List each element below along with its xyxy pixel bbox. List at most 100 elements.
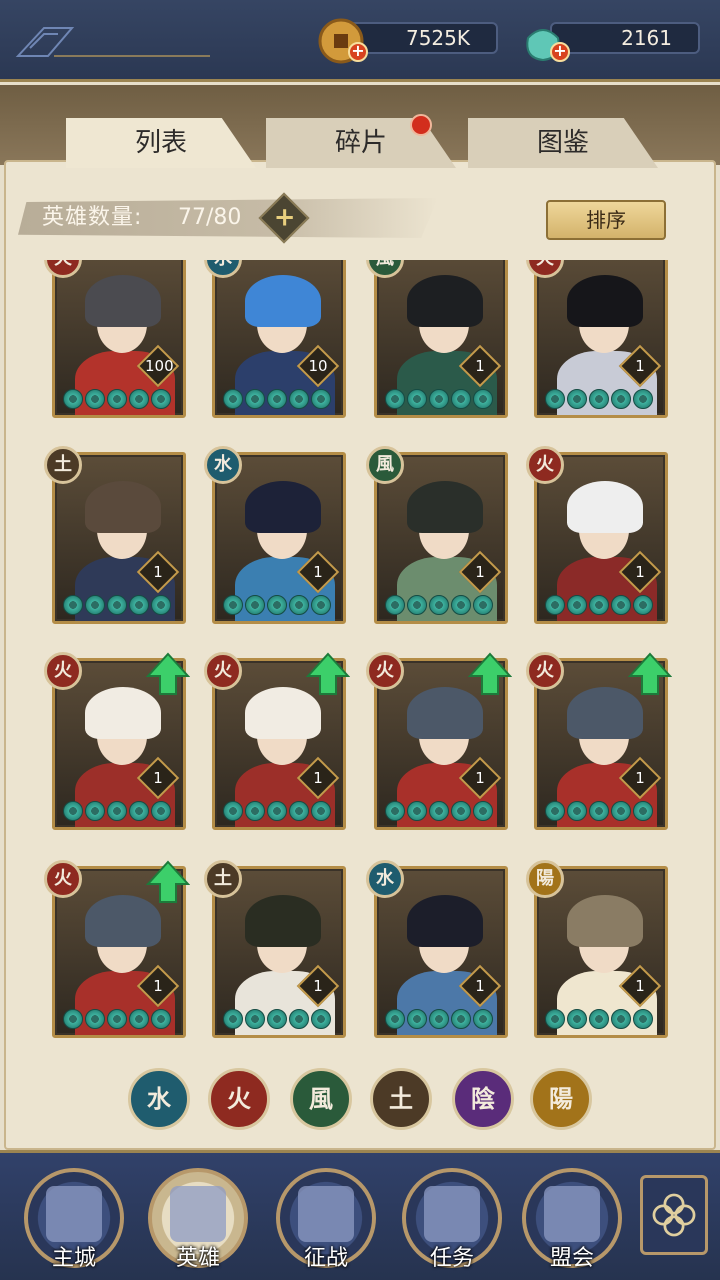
tab-collection[interactable]: 图鉴: [468, 118, 658, 168]
hero-stars: [223, 595, 331, 615]
nav-label: 征战: [303, 1246, 348, 1271]
star-gem-icon: [289, 389, 309, 409]
element-filter-button[interactable]: 水: [128, 1068, 190, 1130]
hero-level: 1: [475, 977, 485, 995]
hero-level: 1: [313, 977, 323, 995]
sort-button[interactable]: 排序: [546, 200, 666, 240]
hero-element-badge: 火: [526, 652, 564, 690]
star-gem-icon: [473, 801, 493, 821]
star-gem-icon: [545, 595, 565, 615]
hero-grid: 100火10水1風1火1土1水1風1火1火1火1火1火1火1土1水1陽: [0, 260, 720, 1040]
hero-portrait-icon: [170, 1186, 226, 1242]
star-gem-icon: [385, 389, 405, 409]
star-gem-icon: [385, 801, 405, 821]
star-gem-icon: [407, 595, 427, 615]
star-gem-icon: [611, 1009, 631, 1029]
back-ornament-icon[interactable]: [14, 22, 214, 62]
nav-label: 主城: [51, 1246, 96, 1271]
element-filter-bar: 水火風土陰陽: [0, 1068, 720, 1130]
star-gem-icon: [63, 595, 83, 615]
hero-stars: [385, 389, 493, 409]
hero-stars: [545, 1009, 653, 1029]
add-copper-button[interactable]: +: [348, 42, 368, 62]
hero-element-badge: 陽: [526, 860, 564, 898]
hero-stars: [63, 1009, 171, 1029]
star-gem-icon: [429, 801, 449, 821]
hero-element-badge: 水: [366, 860, 404, 898]
hero-stars: [385, 595, 493, 615]
hero-count-value: 77/80: [178, 205, 242, 230]
star-gem-icon: [63, 801, 83, 821]
star-gem-icon: [545, 801, 565, 821]
star-gem-icon: [289, 1009, 309, 1029]
upgrade-arrow-icon: [306, 652, 350, 695]
hero-element-badge: 火: [204, 652, 242, 690]
star-gem-icon: [611, 801, 631, 821]
jade-amount: 2161: [550, 22, 700, 54]
star-gem-icon: [267, 801, 287, 821]
alliance-pavilion-icon: [544, 1186, 600, 1242]
star-gem-icon: [429, 389, 449, 409]
tab-list[interactable]: 列表: [66, 118, 256, 168]
upgrade-arrow-icon: [468, 652, 512, 695]
element-filter-button[interactable]: 土: [370, 1068, 432, 1130]
star-gem-icon: [245, 1009, 265, 1029]
star-gem-icon: [311, 1009, 331, 1029]
hero-stars: [385, 1009, 493, 1029]
star-gem-icon: [267, 595, 287, 615]
star-gem-icon: [589, 389, 609, 409]
upgrade-arrow-icon: [146, 860, 190, 903]
star-gem-icon: [385, 595, 405, 615]
star-gem-icon: [633, 801, 653, 821]
element-filter-button[interactable]: 陰: [452, 1068, 514, 1130]
star-gem-icon: [85, 389, 105, 409]
star-gem-icon: [311, 801, 331, 821]
element-filter-button[interactable]: 火: [208, 1068, 270, 1130]
hero-element-badge: 風: [366, 446, 404, 484]
hero-card[interactable]: 1: [534, 260, 668, 418]
star-gem-icon: [611, 389, 631, 409]
star-gem-icon: [129, 1009, 149, 1029]
hero-element-badge: 火: [526, 446, 564, 484]
star-gem-icon: [107, 1009, 127, 1029]
hero-card[interactable]: 1: [374, 260, 508, 418]
star-gem-icon: [63, 1009, 83, 1029]
notification-dot: [410, 114, 432, 136]
star-gem-icon: [567, 1009, 587, 1029]
star-gem-icon: [451, 389, 471, 409]
star-gem-icon: [567, 389, 587, 409]
hero-card[interactable]: 10: [212, 260, 346, 418]
star-gem-icon: [473, 1009, 493, 1029]
element-filter-button[interactable]: 風: [290, 1068, 352, 1130]
element-filter-button[interactable]: 陽: [530, 1068, 592, 1130]
star-gem-icon: [407, 1009, 427, 1029]
hero-level: 1: [635, 563, 645, 581]
hero-level: 10: [308, 357, 328, 375]
top-bar: 7525K + 2161 +: [0, 0, 720, 82]
add-jade-button[interactable]: +: [550, 42, 570, 62]
hero-level: 1: [313, 563, 323, 581]
nav-label: 英雄: [175, 1246, 220, 1271]
star-gem-icon: [311, 389, 331, 409]
nav-label: 盟会: [549, 1246, 594, 1271]
star-gem-icon: [289, 801, 309, 821]
hero-card[interactable]: 100: [52, 260, 186, 418]
star-gem-icon: [633, 389, 653, 409]
hero-level: 1: [153, 769, 163, 787]
star-gem-icon: [85, 595, 105, 615]
hero-level: 1: [153, 563, 163, 581]
hero-level: 1: [635, 769, 645, 787]
star-gem-icon: [385, 1009, 405, 1029]
upgrade-arrow-icon: [628, 652, 672, 695]
star-gem-icon: [567, 801, 587, 821]
hero-stars: [63, 389, 171, 409]
star-gem-icon: [245, 801, 265, 821]
hero-level: 1: [313, 769, 323, 787]
star-gem-icon: [567, 595, 587, 615]
star-gem-icon: [107, 389, 127, 409]
flower-menu-icon[interactable]: [640, 1175, 708, 1255]
hero-stars: [223, 1009, 331, 1029]
star-gem-icon: [223, 389, 243, 409]
star-gem-icon: [107, 801, 127, 821]
star-gem-icon: [107, 595, 127, 615]
